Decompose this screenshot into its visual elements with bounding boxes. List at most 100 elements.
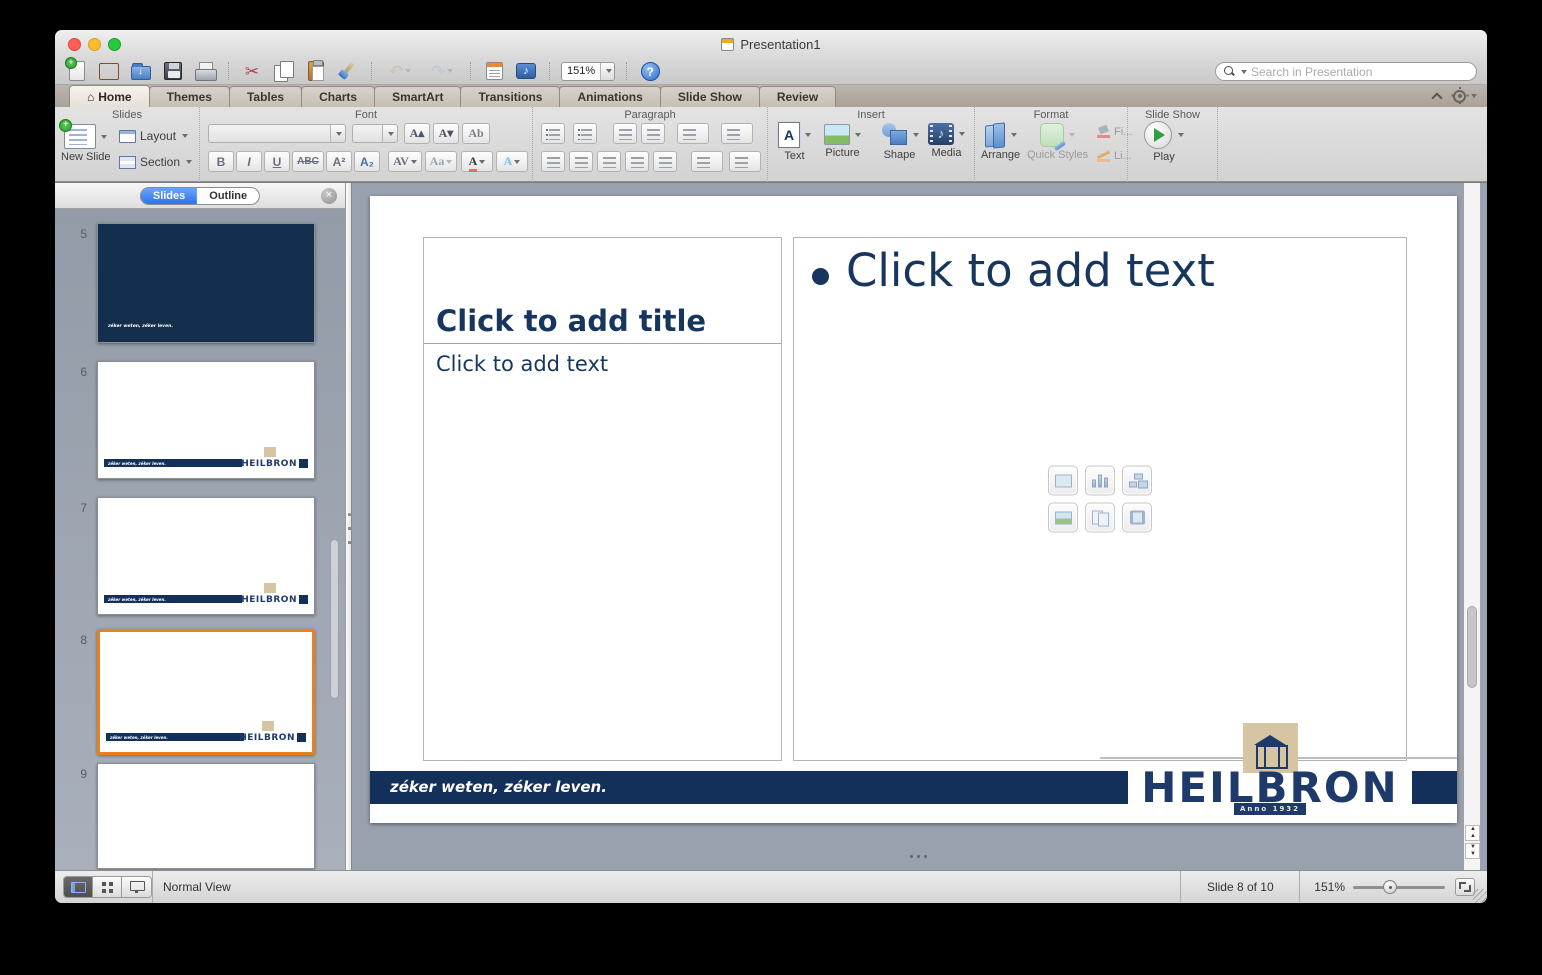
tab-smartart[interactable]: SmartArt — [374, 86, 461, 107]
zoom-slider-thumb[interactable] — [1383, 880, 1397, 894]
ribbon-settings-button[interactable] — [1453, 90, 1477, 103]
arrange-button[interactable]: Arrange — [981, 123, 1020, 161]
tab-themes[interactable]: Themes — [149, 86, 230, 107]
columns-button[interactable] — [721, 123, 753, 144]
next-slide-button[interactable]: ▼▼ — [1465, 843, 1480, 859]
undo-button[interactable]: ↶ — [383, 59, 417, 83]
paste-button[interactable] — [304, 59, 328, 83]
outline-tab-button[interactable]: Outline — [197, 188, 259, 204]
slide-thumbnail-9[interactable] — [97, 763, 315, 869]
layout-button[interactable]: Layout — [119, 129, 188, 143]
shrink-font-button[interactable]: A▾ — [433, 123, 459, 144]
zoom-select[interactable]: 151% — [561, 62, 615, 81]
underline-button[interactable]: U — [264, 151, 290, 172]
superscript-button[interactable]: A² — [326, 151, 352, 172]
slide-thumbnail-8-selected[interactable]: zéker weten, zéker leven.HEILBRON — [97, 629, 315, 755]
content-placeholder[interactable]: Click to add text — [793, 237, 1407, 761]
title-placeholder[interactable]: Click to add title Click to add text — [423, 237, 782, 761]
canvas-drag-handle-icon[interactable] — [910, 855, 930, 859]
insert-media-button[interactable]: ♪ Media — [928, 123, 965, 159]
slide-editing-surface[interactable]: Click to add title Click to add text Cli… — [370, 196, 1457, 823]
scrollbar-thumb[interactable] — [1467, 606, 1477, 688]
tab-review[interactable]: Review — [759, 86, 836, 107]
font-name-dropdown[interactable] — [330, 125, 345, 142]
slide-thumbnail-6[interactable]: zéker weten, zéker leven.HEILBRON — [97, 361, 315, 479]
text-effects-button[interactable]: A — [496, 151, 528, 172]
zoom-slider[interactable] — [1353, 877, 1445, 897]
search-field[interactable] — [1215, 62, 1477, 81]
clear-formatting-button[interactable]: Ab — [462, 123, 490, 144]
justify-button[interactable] — [625, 151, 649, 172]
align-center-button[interactable] — [569, 151, 593, 172]
character-spacing-button[interactable]: AV — [388, 151, 422, 172]
strikethrough-button[interactable]: ABC — [292, 151, 324, 172]
previous-slide-button[interactable]: ▲▲ — [1465, 825, 1480, 841]
insert-shape-button[interactable]: Shape — [880, 123, 919, 161]
insert-picture-button[interactable]: Picture — [824, 124, 861, 159]
insert-chart-button[interactable] — [1085, 466, 1115, 496]
align-left-button[interactable] — [541, 151, 565, 172]
search-input[interactable] — [1251, 65, 1468, 79]
print-button[interactable] — [193, 59, 217, 83]
vertical-scrollbar[interactable]: ▲▲ ▼▼ — [1463, 183, 1480, 870]
play-slideshow-button[interactable]: Play — [1144, 121, 1184, 163]
font-color-button[interactable]: A — [461, 151, 493, 172]
collapse-ribbon-icon[interactable] — [1431, 92, 1442, 103]
subscript-button[interactable]: A₂ — [354, 151, 380, 172]
font-size-dropdown[interactable] — [382, 125, 397, 142]
help-button[interactable]: ? — [638, 59, 662, 83]
bullets-button[interactable] — [541, 123, 565, 144]
tab-animations[interactable]: Animations — [559, 86, 660, 107]
fit-slide-to-window-button[interactable] — [1455, 878, 1475, 896]
zoom-dropdown[interactable] — [600, 63, 614, 80]
tab-transitions[interactable]: Transitions — [460, 86, 560, 107]
change-case-button[interactable]: Aa — [425, 151, 457, 172]
italic-button[interactable]: I — [236, 151, 262, 172]
copy-button[interactable] — [272, 59, 296, 83]
insert-smartart-button[interactable] — [1122, 466, 1152, 496]
search-scope-dropdown-icon[interactable] — [1241, 70, 1247, 74]
normal-view-button[interactable] — [64, 877, 93, 897]
show-formatting-button[interactable] — [482, 59, 506, 83]
media-browser-button[interactable]: ♪ — [514, 59, 538, 83]
panel-scrollbar-thumb[interactable] — [330, 539, 339, 699]
align-text-button[interactable] — [729, 151, 761, 172]
window-resize-grip[interactable] — [1473, 889, 1487, 903]
distribute-text-button[interactable] — [653, 151, 677, 172]
tab-charts[interactable]: Charts — [301, 86, 375, 107]
slides-tab-button[interactable]: Slides — [141, 188, 197, 204]
cut-button[interactable]: ✂ — [240, 59, 264, 83]
new-presentation-button[interactable] — [65, 59, 89, 83]
tab-tables[interactable]: Tables — [229, 86, 302, 107]
close-panel-button[interactable]: × — [321, 188, 337, 204]
quick-styles-button[interactable]: Quick Styles — [1027, 123, 1088, 161]
font-name-select[interactable] — [208, 124, 346, 143]
section-button[interactable]: Section — [119, 155, 192, 169]
new-slide-button[interactable]: New Slide — [61, 124, 111, 163]
font-size-select[interactable] — [352, 124, 398, 143]
slide-thumbnail-5[interactable]: zéker weten, zéker leven. — [97, 223, 315, 343]
numbering-button[interactable] — [573, 123, 597, 144]
increase-indent-button[interactable] — [641, 123, 665, 144]
insert-table-button[interactable] — [1048, 466, 1078, 496]
redo-button[interactable]: ↷ — [425, 59, 459, 83]
decrease-indent-button[interactable] — [613, 123, 637, 144]
line-color-button[interactable]: Li... — [1097, 150, 1132, 162]
slide-thumbnail-7[interactable]: zéker weten, zéker leven.HEILBRON — [97, 497, 315, 615]
insert-movie-button[interactable] — [1122, 503, 1152, 533]
insert-text-button[interactable]: A Text — [778, 122, 811, 162]
tab-home[interactable]: ⌂Home — [69, 85, 150, 107]
format-painter-button[interactable] — [336, 59, 360, 83]
save-button[interactable] — [161, 59, 185, 83]
insert-clipart-button[interactable] — [1085, 503, 1115, 533]
insert-picture-button[interactable] — [1048, 503, 1078, 533]
align-right-button[interactable] — [597, 151, 621, 172]
open-button[interactable] — [129, 59, 153, 83]
tab-slide-show[interactable]: Slide Show — [660, 86, 760, 107]
grow-font-button[interactable]: A▴ — [404, 123, 430, 144]
slideshow-view-button[interactable] — [122, 877, 151, 897]
panel-splitter[interactable] — [345, 183, 352, 870]
new-from-template-button[interactable] — [97, 59, 121, 83]
bold-button[interactable]: B — [208, 151, 234, 172]
slide-sorter-view-button[interactable] — [93, 877, 122, 897]
